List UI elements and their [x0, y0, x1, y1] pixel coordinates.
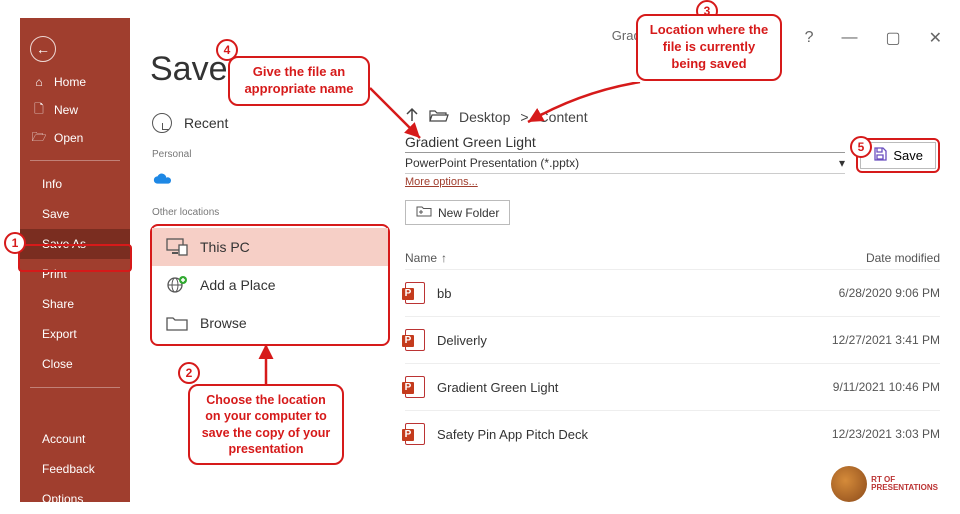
- sidebar-item-info[interactable]: Info: [20, 169, 130, 199]
- file-name: Safety Pin App Pitch Deck: [437, 427, 588, 442]
- new-folder-button[interactable]: New Folder: [405, 200, 510, 225]
- watermark-logo: RT OF PRESENTATIONS: [831, 466, 938, 502]
- pptx-icon: [405, 376, 425, 398]
- location-browse[interactable]: Browse: [152, 304, 388, 342]
- section-personal: Personal: [152, 149, 390, 160]
- recent-label: Recent: [184, 115, 228, 131]
- sort-asc-icon: ↑: [441, 251, 447, 265]
- file-date: 6/28/2020 9:06 PM: [839, 286, 940, 300]
- annotation-badge-1: 1: [4, 232, 26, 254]
- logo-text: RT OF PRESENTATIONS: [871, 476, 938, 492]
- annotation-callout-2: Choose the location on your computer to …: [188, 384, 344, 465]
- sidebar-item-save[interactable]: Save: [20, 199, 130, 229]
- sidebar-item-share[interactable]: Share: [20, 289, 130, 319]
- pptx-icon: [405, 329, 425, 351]
- back-button[interactable]: ←: [30, 36, 56, 62]
- location-recent[interactable]: Recent: [150, 107, 390, 139]
- file-row[interactable]: Deliverly 12/27/2021 3:41 PM: [405, 316, 940, 363]
- folder-icon: [166, 314, 188, 332]
- annotation-badge-2: 2: [178, 362, 200, 384]
- column-date[interactable]: Date modified: [866, 251, 940, 265]
- location-onedrive[interactable]: [150, 166, 390, 197]
- location-label: Add a Place: [200, 277, 276, 293]
- backstage-sidebar: ← ⌂ Home 🗋 New 🗁 Open Info Save Save As …: [20, 18, 130, 502]
- new-folder-label: New Folder: [438, 206, 499, 220]
- filename-input[interactable]: [405, 132, 845, 153]
- filetype-label: PowerPoint Presentation (*.pptx): [405, 156, 579, 170]
- file-row[interactable]: bb 6/28/2020 9:06 PM: [405, 269, 940, 316]
- file-name: Deliverly: [437, 333, 487, 348]
- sidebar-label: Home: [54, 75, 86, 89]
- globe-plus-icon: [166, 276, 188, 294]
- save-icon: [873, 147, 887, 164]
- sidebar-item-saveas[interactable]: Save As: [20, 229, 130, 259]
- file-name: Gradient Green Light: [437, 380, 558, 395]
- file-list-header: Name ↑ Date modified: [405, 251, 940, 269]
- back-arrow-icon: ←: [36, 41, 50, 57]
- location-this-pc[interactable]: This PC: [152, 228, 388, 266]
- file-name: bb: [437, 286, 451, 301]
- open-icon: 🗁: [32, 131, 46, 145]
- sidebar-label: New: [54, 103, 78, 117]
- save-panel: Gradient Green Light Desktop > Content P…: [405, 28, 940, 457]
- sidebar-item-options[interactable]: Options: [20, 484, 130, 514]
- annotation-callout-4: Give the file an appropriate name: [228, 56, 370, 106]
- sidebar-item-close[interactable]: Close: [20, 349, 130, 379]
- sidebar-item-print[interactable]: Print: [20, 259, 130, 289]
- sidebar-item-account[interactable]: Account: [20, 424, 130, 454]
- section-other: Other locations: [152, 207, 390, 218]
- chevron-down-icon: ▾: [839, 156, 845, 170]
- divider: [30, 387, 120, 388]
- breadcrumb-segment[interactable]: Content: [539, 109, 588, 125]
- breadcrumb: Desktop > Content: [405, 107, 940, 126]
- onedrive-icon: [152, 172, 174, 191]
- folder-open-icon: [429, 108, 449, 125]
- other-locations-list: This PC Add a Place Browse: [150, 224, 390, 346]
- more-options-link[interactable]: More options...: [405, 176, 940, 188]
- location-label: Browse: [200, 315, 247, 331]
- file-row[interactable]: Gradient Green Light 9/11/2021 10:46 PM: [405, 363, 940, 410]
- annotation-badge-5: 5: [850, 136, 872, 158]
- file-date: 12/23/2021 3:03 PM: [832, 427, 940, 441]
- location-add-place[interactable]: Add a Place: [152, 266, 388, 304]
- sidebar-item-feedback[interactable]: Feedback: [20, 454, 130, 484]
- save-label: Save: [893, 148, 923, 163]
- pptx-icon: [405, 423, 425, 445]
- column-name[interactable]: Name ↑: [405, 251, 447, 265]
- sidebar-item-open[interactable]: 🗁 Open: [20, 124, 130, 152]
- annotation-callout-3: Location where the file is currently bei…: [636, 14, 782, 81]
- logo-icon: [831, 466, 867, 502]
- divider: [30, 160, 120, 161]
- breadcrumb-sep: >: [520, 109, 528, 125]
- new-icon: 🗋: [32, 103, 46, 117]
- sidebar-item-new[interactable]: 🗋 New: [20, 96, 130, 124]
- filetype-dropdown[interactable]: PowerPoint Presentation (*.pptx) ▾: [405, 153, 845, 174]
- sidebar-label: Open: [54, 131, 83, 145]
- up-level-icon[interactable]: [405, 107, 419, 126]
- home-icon: ⌂: [32, 75, 46, 89]
- file-date: 12/27/2021 3:41 PM: [832, 333, 940, 347]
- clock-icon: [152, 113, 172, 133]
- file-date: 9/11/2021 10:46 PM: [833, 380, 940, 394]
- sidebar-item-home[interactable]: ⌂ Home: [20, 68, 130, 96]
- new-folder-icon: [416, 205, 432, 220]
- pc-icon: [166, 238, 188, 256]
- sidebar-item-export[interactable]: Export: [20, 319, 130, 349]
- annotation-arrow-2: [256, 340, 276, 386]
- location-label: This PC: [200, 239, 250, 255]
- pptx-icon: [405, 282, 425, 304]
- breadcrumb-segment[interactable]: Desktop: [459, 109, 510, 125]
- file-row[interactable]: Safety Pin App Pitch Deck 12/23/2021 3:0…: [405, 410, 940, 457]
